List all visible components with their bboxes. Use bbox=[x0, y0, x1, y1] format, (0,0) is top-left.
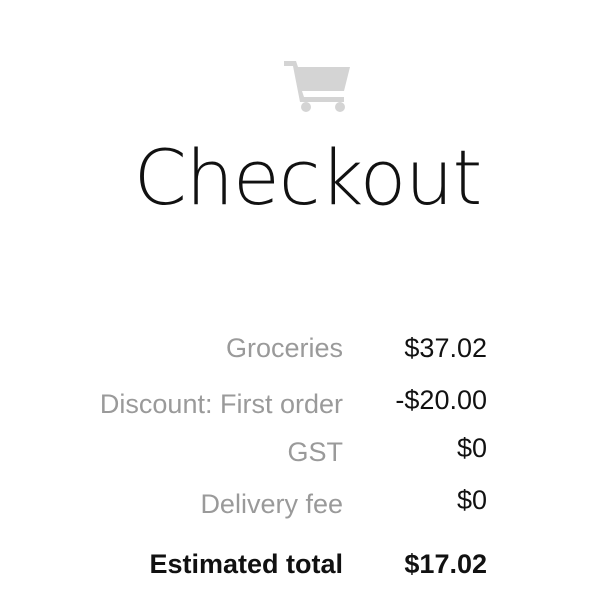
summary-row-groceries: Groceries $37.02 bbox=[0, 330, 615, 366]
shopping-cart-icon bbox=[284, 57, 350, 113]
discount-label: Discount: First order bbox=[99, 389, 343, 419]
estimated-total-value: $17.02 bbox=[404, 549, 487, 579]
summary-row-delivery-fee: Delivery fee $0 bbox=[0, 485, 615, 522]
summary-row-estimated-total: Estimated total $17.02 bbox=[0, 546, 615, 582]
summary-row-gst: GST $0 bbox=[0, 433, 615, 470]
estimated-total-label: Estimated total bbox=[149, 549, 343, 579]
groceries-value: $37.02 bbox=[404, 333, 487, 363]
page-title: Checkout bbox=[133, 133, 483, 222]
delivery-fee-value: $0 bbox=[456, 485, 487, 515]
gst-label: GST bbox=[287, 437, 343, 467]
delivery-fee-label: Delivery fee bbox=[200, 489, 343, 519]
groceries-label: Groceries bbox=[225, 333, 343, 363]
discount-value: -$20.00 bbox=[395, 385, 487, 415]
summary-row-discount: Discount: First order -$20.00 bbox=[0, 385, 615, 422]
gst-value: $0 bbox=[456, 433, 487, 463]
